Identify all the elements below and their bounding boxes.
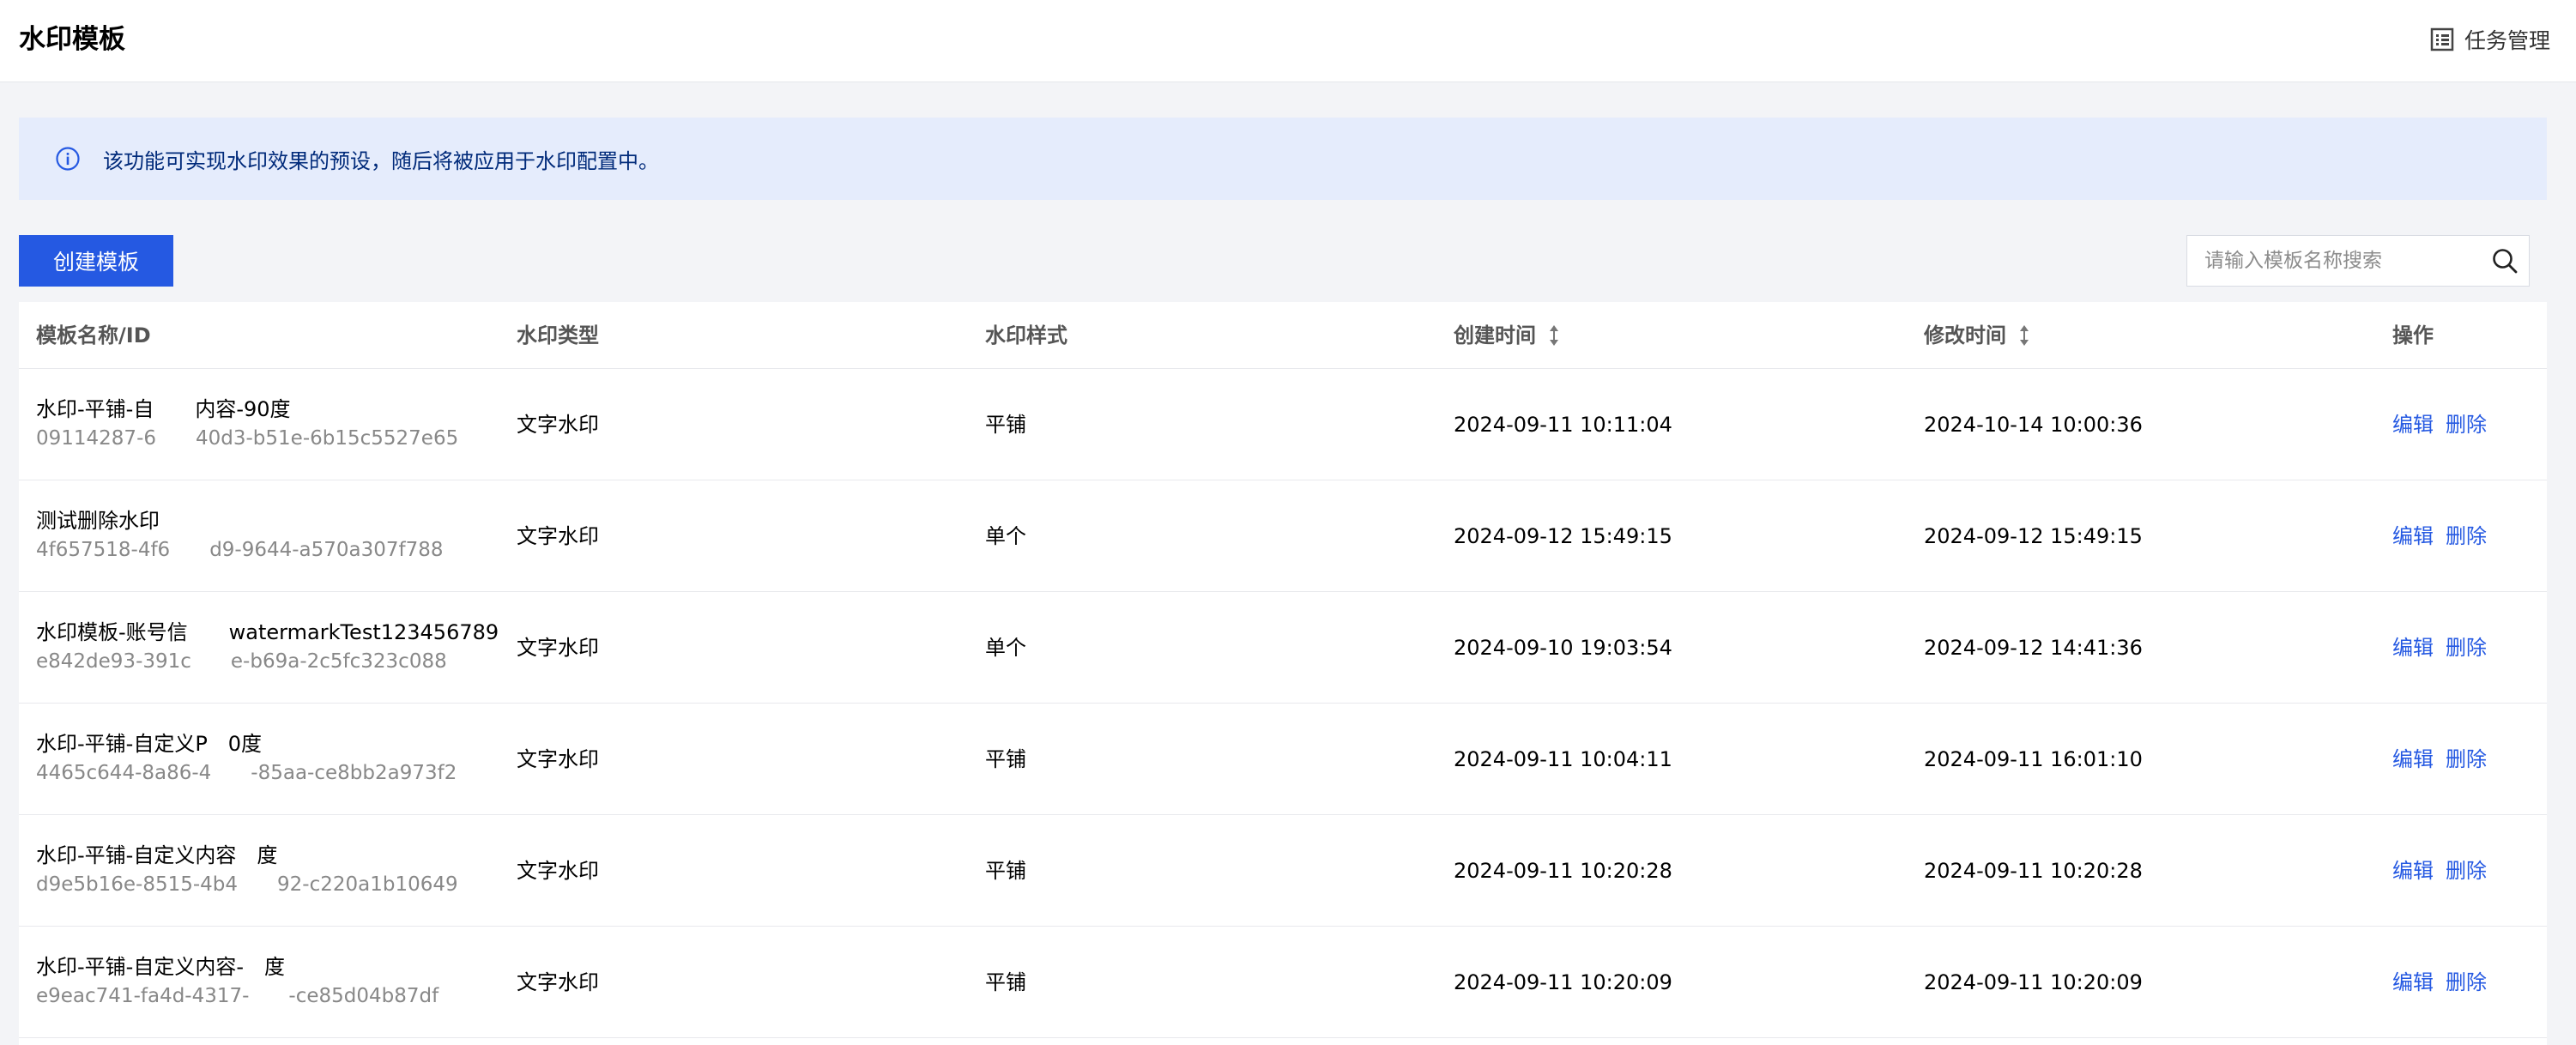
delete-link[interactable]: 删除 bbox=[2446, 970, 2487, 994]
template-name-cell: 测试删除水印 4f657518-4f6 d9-9644-a570a307f788 bbox=[36, 506, 444, 565]
row-actions: 编辑 删除 bbox=[2392, 704, 2499, 815]
watermark-style: 单个 bbox=[985, 524, 1026, 548]
row-actions: 编辑 删除 bbox=[2392, 927, 2499, 1038]
template-id: 4f657518-4f6 d9-9644-a570a307f788 bbox=[36, 539, 444, 561]
table-header: 模板名称/ID 水印类型 水印样式 创建时间 修改时间 操作 bbox=[19, 302, 2547, 369]
table-row: 水印模板-账号信 watermarkTest123456789 e842de93… bbox=[19, 592, 2547, 704]
table-row: 水印-平铺-自定义内容 度 d9e5b16e-8515-4b4 92-c220a… bbox=[19, 815, 2547, 927]
template-name: 测试删除水印 bbox=[36, 509, 160, 533]
watermark-style: 平铺 bbox=[985, 970, 1026, 994]
created-time: 2024-09-11 10:04:11 bbox=[1454, 747, 1672, 771]
template-name-cell: 水印-平铺-自定义内容 度 d9e5b16e-8515-4b4 92-c220a… bbox=[36, 841, 458, 899]
template-id: 4465c644-8a86-4 -85aa-ce8bb2a973f2 bbox=[36, 762, 457, 784]
modified-time: 2024-09-11 16:01:10 bbox=[1924, 747, 2143, 771]
info-banner-text: 该功能可实现水印效果的预设，随后将被应用于水印配置中。 bbox=[103, 148, 659, 173]
template-id: 09114287-6 40d3-b51e-6b15c5527e65 bbox=[36, 427, 459, 450]
watermark-style: 单个 bbox=[985, 636, 1026, 660]
edit-link[interactable]: 编辑 bbox=[2392, 747, 2434, 771]
delete-link[interactable]: 删除 bbox=[2446, 747, 2487, 771]
row-actions: 编辑 删除 bbox=[2392, 369, 2499, 480]
row-actions: 编辑 删除 bbox=[2392, 592, 2499, 704]
column-header-name-id: 模板名称/ID bbox=[36, 323, 151, 347]
sort-icon[interactable] bbox=[1548, 324, 1560, 347]
template-name: 水印-平铺-自定义内容 度 bbox=[36, 843, 278, 867]
watermark-type: 文字水印 bbox=[517, 524, 599, 548]
watermark-style: 平铺 bbox=[985, 859, 1026, 883]
delete-link[interactable]: 删除 bbox=[2446, 636, 2487, 660]
watermark-type: 文字水印 bbox=[517, 970, 599, 994]
created-time: 2024-09-11 10:11:04 bbox=[1454, 413, 1672, 437]
edit-link[interactable]: 编辑 bbox=[2392, 970, 2434, 994]
page-title: 水印模板 bbox=[19, 24, 125, 55]
column-header-style: 水印样式 bbox=[985, 323, 1067, 347]
template-table: 模板名称/ID 水印类型 水印样式 创建时间 修改时间 操作 水印-平铺-自 内… bbox=[19, 302, 2547, 1045]
template-name: 水印-平铺-自 内容-90度 bbox=[36, 397, 291, 421]
watermark-type: 文字水印 bbox=[517, 636, 599, 660]
column-header-type: 水印类型 bbox=[517, 323, 599, 347]
create-template-button[interactable]: 创建模板 bbox=[19, 235, 173, 287]
row-actions: 编辑 删除 bbox=[2392, 480, 2499, 592]
info-icon bbox=[56, 147, 80, 171]
created-time: 2024-09-11 10:20:09 bbox=[1454, 970, 1672, 994]
edit-link[interactable]: 编辑 bbox=[2392, 859, 2434, 883]
created-time: 2024-09-11 10:20:28 bbox=[1454, 859, 1672, 883]
template-name: 水印模板-账号信 watermarkTest123456789 bbox=[36, 620, 499, 644]
template-name: 水印-平铺-自定义内容- 度 bbox=[36, 955, 285, 979]
task-management-link[interactable]: 任务管理 bbox=[2430, 22, 2550, 57]
created-time: 2024-09-12 15:49:15 bbox=[1454, 524, 1672, 548]
column-header-actions: 操作 bbox=[2392, 323, 2434, 347]
template-name: 水印-平铺-自定义P 0度 bbox=[36, 732, 263, 756]
watermark-type: 文字水印 bbox=[517, 747, 599, 771]
edit-link[interactable]: 编辑 bbox=[2392, 524, 2434, 548]
modified-time: 2024-09-12 15:49:15 bbox=[1924, 524, 2143, 548]
search-icon[interactable] bbox=[2491, 247, 2519, 275]
template-id: e9eac741-fa4d-4317- -ce85d04b87df bbox=[36, 985, 439, 1007]
template-name-cell: 水印-平铺-自 内容-90度 09114287-6 40d3-b51e-6b15… bbox=[36, 395, 458, 453]
search-input[interactable] bbox=[2187, 236, 2479, 286]
delete-link[interactable]: 删除 bbox=[2446, 524, 2487, 548]
watermark-style: 平铺 bbox=[985, 747, 1026, 771]
column-header-created[interactable]: 创建时间 bbox=[1454, 302, 1560, 369]
table-row: 水印-平铺-自定义P 0度 4465c644-8a86-4 -85aa-ce8b… bbox=[19, 704, 2547, 815]
watermark-style: 平铺 bbox=[985, 413, 1026, 437]
template-name-cell: 水印模板-账号信 watermarkTest123456789 e842de93… bbox=[36, 618, 499, 676]
delete-link[interactable]: 删除 bbox=[2446, 859, 2487, 883]
watermark-type: 文字水印 bbox=[517, 859, 599, 883]
row-actions: 编辑 删除 bbox=[2392, 815, 2499, 927]
watermark-type: 文字水印 bbox=[517, 413, 599, 437]
column-header-modified[interactable]: 修改时间 bbox=[1924, 302, 2030, 369]
template-id: d9e5b16e-8515-4b4 92-c220a1b10649 bbox=[36, 873, 458, 896]
task-list-icon bbox=[2430, 27, 2454, 51]
sort-icon[interactable] bbox=[2018, 324, 2030, 347]
edit-link[interactable]: 编辑 bbox=[2392, 636, 2434, 660]
modified-time: 2024-09-11 10:20:09 bbox=[1924, 970, 2143, 994]
table-row: 水印-平铺-自 内容-90度 09114287-6 40d3-b51e-6b15… bbox=[19, 369, 2547, 480]
table-row: 水印-平铺-自定义内容- 度 e9eac741-fa4d-4317- -ce85… bbox=[19, 927, 2547, 1038]
table-row: 测试删除水印 4f657518-4f6 d9-9644-a570a307f788… bbox=[19, 480, 2547, 592]
modified-time: 2024-09-11 10:20:28 bbox=[1924, 859, 2143, 883]
delete-link[interactable]: 删除 bbox=[2446, 413, 2487, 437]
edit-link[interactable]: 编辑 bbox=[2392, 413, 2434, 437]
template-name-cell: 水印-平铺-自定义内容- 度 e9eac741-fa4d-4317- -ce85… bbox=[36, 952, 438, 1011]
search-box bbox=[2186, 235, 2530, 287]
page-header: 水印模板 任务管理 bbox=[0, 0, 2576, 82]
modified-time: 2024-10-14 10:00:36 bbox=[1924, 413, 2143, 437]
template-id: e842de93-391c e-b69a-2c5fc323c088 bbox=[36, 650, 447, 673]
template-name-cell: 水印-平铺-自定义P 0度 4465c644-8a86-4 -85aa-ce8b… bbox=[36, 729, 457, 788]
modified-time: 2024-09-12 14:41:36 bbox=[1924, 636, 2143, 660]
info-banner: 该功能可实现水印效果的预设，随后将被应用于水印配置中。 bbox=[19, 118, 2547, 200]
created-time: 2024-09-10 19:03:54 bbox=[1454, 636, 1672, 660]
task-management-label: 任务管理 bbox=[2464, 28, 2551, 53]
